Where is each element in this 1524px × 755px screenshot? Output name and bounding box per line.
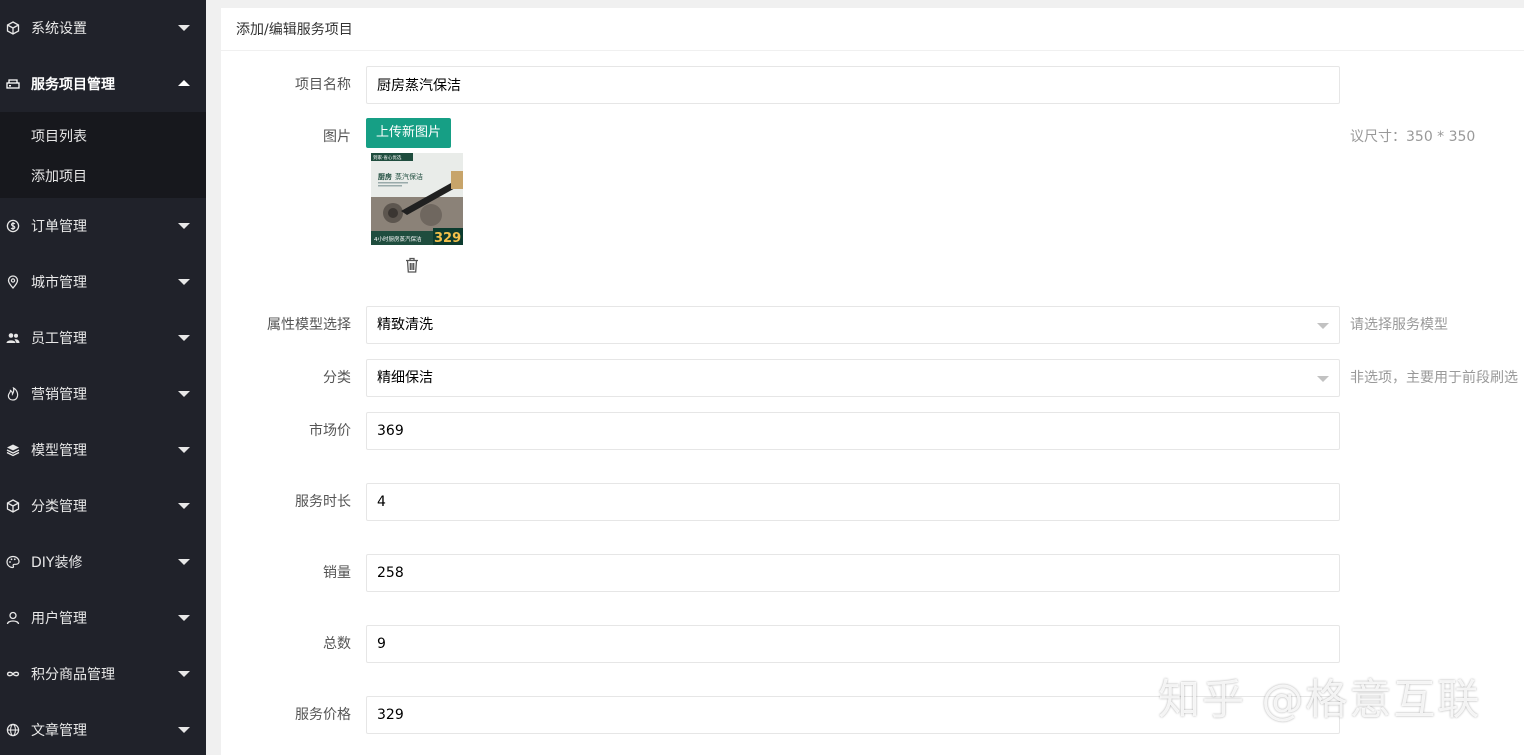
sidebar-item-articles[interactable]: 文章管理 [0,702,206,755]
sidebar-item-label: 用户管理 [31,611,87,627]
chevron-down-icon [178,391,190,397]
submenu-service-projects: 项目列表 添加项目 [0,112,206,198]
users-icon [6,331,20,345]
model-hint: 请选择服务模型 [1350,317,1448,333]
chevron-down-icon [178,615,190,621]
form-label-total: 总数 [323,636,351,652]
sidebar-subitem-project-list[interactable]: 项目列表 [0,116,206,156]
sidebar-item-label: 分类管理 [31,499,87,515]
chevron-down-icon [178,447,190,453]
thumb-badge-text: 到家·省心优选 [373,154,402,161]
chevron-down-icon [178,335,190,341]
location-pin-icon [6,275,20,289]
sidebar-item-diy[interactable]: DIY装修 [0,534,206,590]
panel-title: 添加/编辑服务项目 [221,8,1524,51]
chevron-down-icon [178,503,190,509]
sidebar-item-label: 模型管理 [31,443,87,459]
form-label-model: 属性模型选择 [267,317,351,333]
thumb-price-text: 329 [434,231,461,245]
form-label-price: 服务价格 [295,707,351,723]
palette-icon [6,555,20,569]
form-label-market-price: 市场价 [309,423,351,439]
sidebar-subitem-add-project[interactable]: 添加项目 [0,156,206,196]
cube-icon [6,499,20,513]
fire-icon [6,387,20,401]
sidebar: 系统设置 服务项目管理 项目列表 添加项目 订单管理 城市管理 员工管理 营销管… [0,0,206,755]
upload-image-button[interactable]: 上传新图片 [366,118,452,148]
model-select-value: 精致清洗 [377,317,433,333]
layers-icon [6,443,20,457]
sidebar-item-label: 文章管理 [31,723,87,739]
chevron-down-icon [178,727,190,733]
sidebar-item-points-goods[interactable]: 积分商品管理 [0,646,206,702]
form-label-name: 项目名称 [295,77,351,93]
sidebar-item-users[interactable]: 用户管理 [0,590,206,646]
chevron-down-icon [178,25,190,31]
thumb-bottom-text: 4小时厨房蒸汽保洁 [374,235,422,243]
globe-icon [6,723,20,737]
sidebar-item-staff[interactable]: 员工管理 [0,310,206,366]
chevron-down-icon [178,279,190,285]
sidebar-item-models[interactable]: 模型管理 [0,422,206,478]
category-hint: 非选项，主要用于前段刷选 [1350,370,1518,386]
sidebar-item-label: 订单管理 [31,219,87,235]
chevron-down-icon [1317,323,1329,329]
sidebar-item-label: 服务项目管理 [31,77,115,93]
chevron-up-icon [178,80,190,86]
sidebar-item-service-projects[interactable]: 服务项目管理 [0,56,206,112]
project-name-input[interactable] [366,66,1340,104]
server-icon [6,77,20,91]
thumb-title2-text: 蒸汽保洁 [395,172,423,181]
duration-input[interactable] [366,483,1340,521]
chevron-down-icon [178,671,190,677]
dollar-circle-icon [6,219,20,233]
chevron-down-icon [178,223,190,229]
form-label-category: 分类 [323,370,351,386]
sidebar-item-marketing[interactable]: 营销管理 [0,366,206,422]
watermark: 知乎 @格意互联 [1158,675,1482,724]
sales-input[interactable] [366,554,1340,592]
sidebar-item-cities[interactable]: 城市管理 [0,254,206,310]
sidebar-item-label: 城市管理 [31,275,87,291]
cube-icon [6,21,20,35]
sidebar-item-system-settings[interactable]: 系统设置 [0,0,206,56]
category-select-value: 精细保洁 [377,370,433,386]
form-label-image: 图片 [323,129,351,145]
thumb-title-text: 厨房 [378,172,392,181]
form-label-duration: 服务时长 [295,494,351,510]
sidebar-item-label: 系统设置 [31,21,87,37]
sidebar-item-label: 积分商品管理 [31,667,115,683]
chevron-down-icon [178,559,190,565]
form-label-sales: 销量 [323,565,351,581]
category-select[interactable]: 精细保洁 [366,359,1340,397]
image-size-hint: 议尺寸：350 * 350 [1350,129,1476,145]
sidebar-item-label: DIY装修 [31,555,83,571]
sidebar-item-label: 员工管理 [31,331,87,347]
market-price-input[interactable] [366,412,1340,450]
trash-icon[interactable] [403,256,421,274]
user-icon [6,611,20,625]
model-select[interactable]: 精致清洗 [366,306,1340,344]
service-image-thumbnail[interactable]: 到家·省心优选 厨房 蒸汽保洁 4小时厨房蒸汽保洁 329 [371,153,463,245]
sidebar-item-orders[interactable]: 订单管理 [0,198,206,254]
chevron-down-icon [1317,376,1329,382]
sidebar-item-label: 营销管理 [31,387,87,403]
form-row-image: 图片 上传新图片 议尺寸：350 * 350 到家·省心优选 厨房 蒸汽保洁 4… [221,118,1524,288]
main-panel: 添加/编辑服务项目 项目名称 图片 上传新图片 议尺寸：350 * 350 到家… [221,8,1524,755]
infinity-icon [6,667,20,681]
sidebar-item-categories[interactable]: 分类管理 [0,478,206,534]
total-input[interactable] [366,625,1340,663]
